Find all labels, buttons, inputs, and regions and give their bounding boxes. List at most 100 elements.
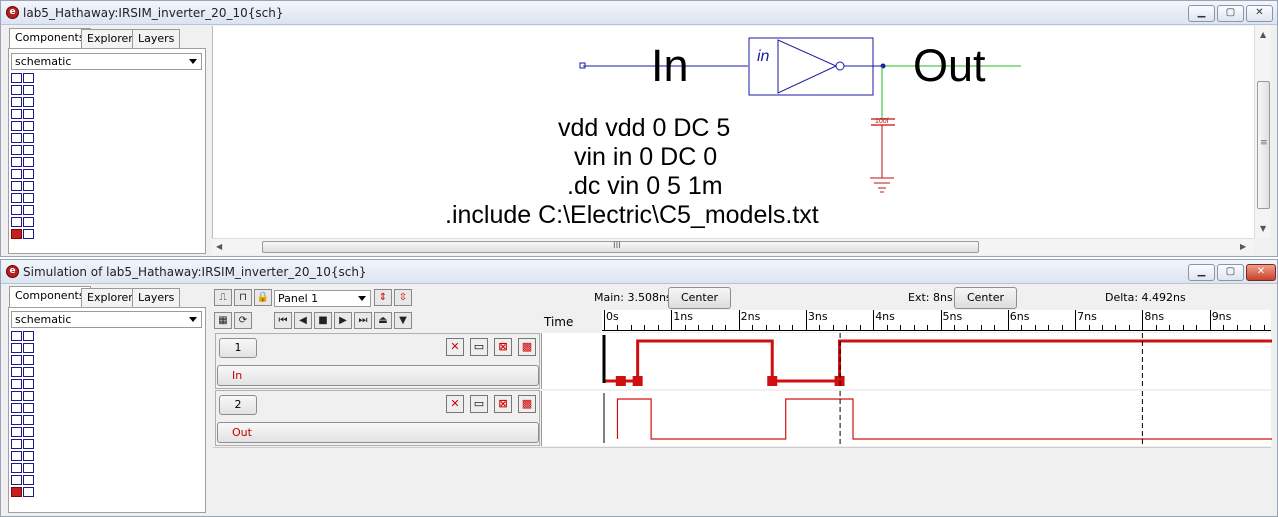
palette-component-icon[interactable] bbox=[11, 205, 22, 215]
play-forward-icon[interactable]: ▶ bbox=[334, 312, 352, 329]
signal-name-out[interactable]: Out bbox=[217, 422, 539, 443]
scroll-left-icon[interactable]: ◀ bbox=[216, 242, 222, 251]
palette-component-icon[interactable] bbox=[11, 355, 22, 365]
waveform-out[interactable] bbox=[542, 391, 1272, 446]
palette-component-icon[interactable] bbox=[11, 367, 22, 377]
palette-component-icon[interactable] bbox=[11, 451, 22, 461]
library-select[interactable]: schematic bbox=[11, 53, 202, 70]
signal-number-button[interactable]: 2 bbox=[219, 395, 257, 415]
scroll-up-icon[interactable]: ▲ bbox=[1260, 30, 1266, 39]
delete-panel-icon[interactable]: ▩ bbox=[518, 395, 536, 413]
tab-components[interactable]: Components bbox=[9, 286, 91, 307]
palette-component-icon[interactable] bbox=[23, 73, 34, 83]
pulse-icon[interactable]: ⊓ bbox=[234, 289, 252, 306]
component-palette[interactable] bbox=[11, 73, 35, 243]
palette-component-icon[interactable] bbox=[11, 85, 22, 95]
palette-component-icon[interactable] bbox=[23, 403, 34, 413]
palette-component-icon[interactable] bbox=[23, 367, 34, 377]
horizontal-scroll-thumb[interactable]: III bbox=[262, 241, 979, 253]
palette-component-icon[interactable] bbox=[23, 343, 34, 353]
palette-component-icon[interactable] bbox=[11, 97, 22, 107]
delete-signal-icon[interactable]: ✕ bbox=[446, 395, 464, 413]
signal-number-button[interactable]: 1 bbox=[219, 338, 257, 358]
waveform-in-area[interactable] bbox=[541, 333, 1272, 389]
palette-component-icon[interactable] bbox=[23, 379, 34, 389]
palette-component-icon[interactable] bbox=[11, 403, 22, 413]
minimize-button[interactable]: ▁ bbox=[1188, 5, 1215, 22]
palette-component-icon[interactable] bbox=[11, 217, 22, 227]
palette-component-icon[interactable] bbox=[23, 181, 34, 191]
maximize-button[interactable]: ▢ bbox=[1217, 264, 1244, 281]
minimize-button[interactable]: ▁ bbox=[1188, 264, 1215, 281]
panel-select[interactable]: Panel 1 bbox=[274, 290, 371, 307]
vertical-scroll-thumb[interactable]: ≡ bbox=[1257, 81, 1270, 209]
down-icon[interactable]: ▼ bbox=[394, 312, 412, 329]
tab-components[interactable]: Components bbox=[9, 28, 91, 49]
palette-component-icon[interactable] bbox=[11, 427, 22, 437]
shrink-vertical-icon[interactable]: ⇳ bbox=[394, 289, 412, 306]
waveform-out-area[interactable] bbox=[541, 391, 1272, 446]
schematic-canvas[interactable]: In Out in 100f vdd vdd 0 DC 5 vin in 0 D… bbox=[212, 26, 1254, 238]
simulation-titlebar[interactable]: e Simulation of lab5_Hathaway:IRSIM_inve… bbox=[1, 260, 1277, 284]
delete-all-icon[interactable]: ⊠ bbox=[494, 338, 512, 356]
palette-component-icon[interactable] bbox=[11, 169, 22, 179]
tab-layers[interactable]: Layers bbox=[132, 288, 181, 308]
palette-component-icon[interactable] bbox=[23, 415, 34, 425]
palette-component-icon[interactable] bbox=[23, 169, 34, 179]
lock-icon[interactable]: 🔒 bbox=[254, 289, 272, 306]
palette-component-icon[interactable] bbox=[11, 121, 22, 131]
palette-component-icon[interactable] bbox=[11, 331, 22, 341]
main-center-button[interactable]: Center bbox=[668, 287, 731, 309]
palette-component-icon[interactable] bbox=[23, 97, 34, 107]
stop-icon[interactable]: ■ bbox=[314, 312, 332, 329]
palette-component-icon[interactable] bbox=[23, 331, 34, 341]
refresh-icon[interactable]: ⟳ bbox=[234, 312, 252, 329]
close-button[interactable]: ✕ bbox=[1246, 5, 1273, 22]
palette-component-icon[interactable] bbox=[23, 145, 34, 155]
palette-component-icon[interactable] bbox=[11, 193, 22, 203]
palette-component-icon[interactable] bbox=[11, 391, 22, 401]
schematic-titlebar[interactable]: e lab5_Hathaway:IRSIM_inverter_20_10{sch… bbox=[1, 1, 1277, 25]
palette-component-icon[interactable] bbox=[23, 217, 34, 227]
component-palette[interactable] bbox=[11, 331, 35, 501]
palette-component-icon[interactable] bbox=[23, 205, 34, 215]
palette-component-icon[interactable] bbox=[23, 157, 34, 167]
fast-forward-icon[interactable]: ⏭ bbox=[354, 312, 372, 329]
palette-component-icon[interactable] bbox=[23, 121, 34, 131]
palette-component-icon[interactable] bbox=[11, 157, 22, 167]
ext-center-button[interactable]: Center bbox=[954, 287, 1017, 309]
palette-component-icon[interactable] bbox=[11, 229, 22, 239]
palette-component-icon[interactable] bbox=[11, 181, 22, 191]
palette-component-icon[interactable] bbox=[23, 109, 34, 119]
palette-component-icon[interactable] bbox=[23, 439, 34, 449]
scroll-down-icon[interactable]: ▼ bbox=[1260, 224, 1266, 233]
palette-component-icon[interactable] bbox=[11, 475, 22, 485]
palette-component-icon[interactable] bbox=[11, 415, 22, 425]
palette-component-icon[interactable] bbox=[23, 451, 34, 461]
palette-component-icon[interactable] bbox=[11, 109, 22, 119]
palette-component-icon[interactable] bbox=[11, 379, 22, 389]
delete-all-icon[interactable]: ⊠ bbox=[494, 395, 512, 413]
tab-explorer[interactable]: Explorer bbox=[81, 288, 139, 308]
tab-layers[interactable]: Layers bbox=[132, 29, 181, 49]
delete-signal-icon[interactable]: ✕ bbox=[446, 338, 464, 356]
palette-component-icon[interactable] bbox=[11, 145, 22, 155]
palette-component-icon[interactable] bbox=[23, 193, 34, 203]
palette-component-icon[interactable] bbox=[23, 427, 34, 437]
palette-component-icon[interactable] bbox=[11, 487, 22, 497]
palette-component-icon[interactable] bbox=[23, 229, 34, 239]
scroll-right-icon[interactable]: ▶ bbox=[1240, 242, 1246, 251]
palette-component-icon[interactable] bbox=[23, 85, 34, 95]
schematic-vertical-scrollbar[interactable]: ▲ ≡ ▼ bbox=[1254, 26, 1271, 238]
palette-component-icon[interactable] bbox=[23, 487, 34, 497]
palette-component-icon[interactable] bbox=[11, 439, 22, 449]
signal-name-in[interactable]: In bbox=[217, 365, 539, 386]
maximize-button[interactable]: ▢ bbox=[1217, 5, 1244, 22]
signal-panel-icon[interactable]: ▭ bbox=[470, 395, 488, 413]
palette-component-icon[interactable] bbox=[11, 73, 22, 83]
palette-component-icon[interactable] bbox=[11, 463, 22, 473]
grid-icon[interactable]: ▦ bbox=[214, 312, 232, 329]
close-button[interactable]: ✕ bbox=[1246, 264, 1276, 281]
palette-component-icon[interactable] bbox=[23, 463, 34, 473]
palette-component-icon[interactable] bbox=[23, 391, 34, 401]
